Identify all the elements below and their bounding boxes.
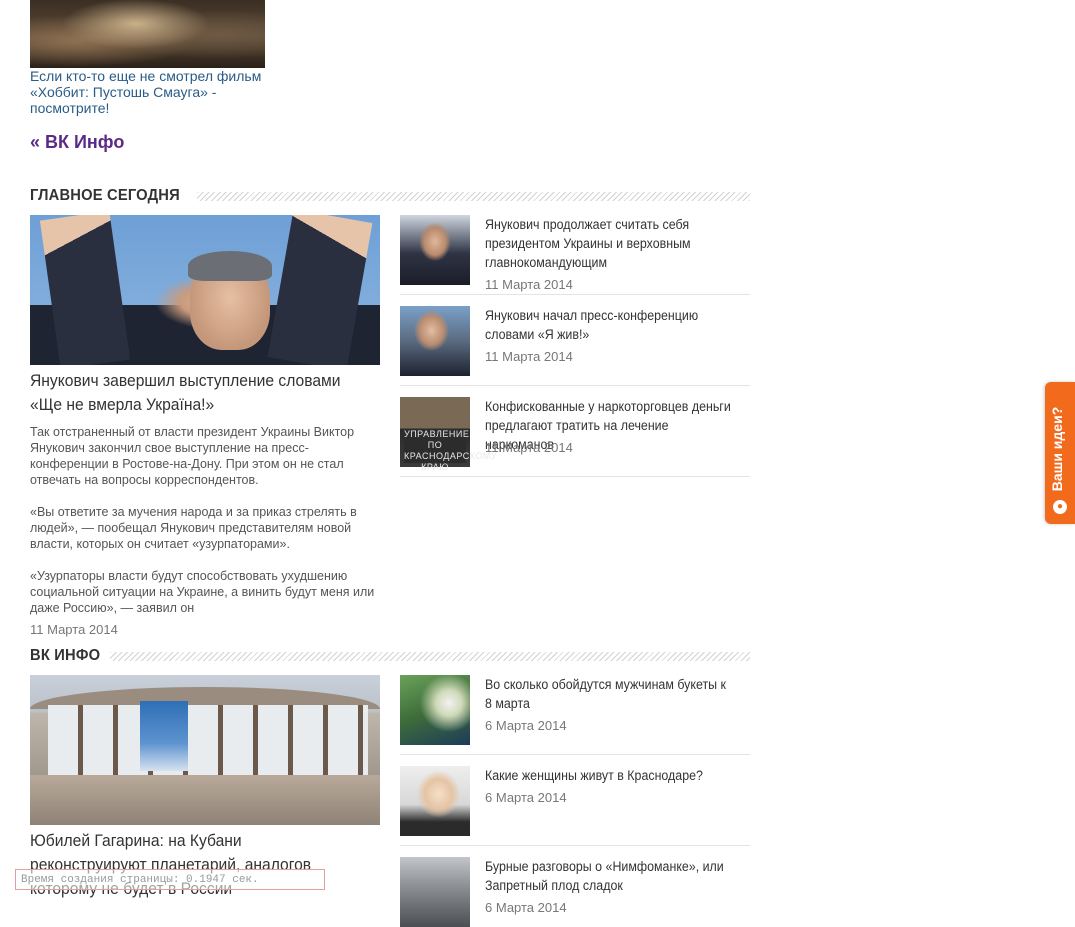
news-thumbnail[interactable]: УПРАВЛЕНИЕ ПО КРАСНОДАРСКОМУ КРАЮ (400, 397, 498, 472)
page-generation-time: Время создания страницы: 0.1947 сек. (15, 869, 325, 890)
lead-paragraph: Так отстраненный от власти президент Укр… (30, 425, 355, 487)
thumbnail-sign-text: УПРАВЛЕНИЕ ПО КРАСНОДАРСКОМУ КРАЮ (404, 429, 498, 472)
news-title[interactable]: Во сколько обойдутся мужчинам букеты к 8… (485, 675, 732, 713)
section-header-main: ГЛАВНОЕ СЕГОДНЯ (30, 186, 750, 206)
news-item[interactable]: Во сколько обойдутся мужчинам букеты к 8… (400, 675, 750, 755)
lead-image-yanukovych[interactable] (30, 215, 380, 365)
news-item[interactable]: Янукович продолжает считать себя президе… (400, 215, 750, 295)
hobbit-promo-link[interactable]: Если кто-то еще не смотрел фильм «Хоббит… (30, 68, 270, 116)
news-date: 11 Марта 2014 (485, 277, 573, 292)
section-title-vk: ВК ИНФО (30, 647, 101, 664)
vk-info-back-link[interactable]: « ВК Инфо (30, 132, 124, 153)
news-date: 6 Марта 2014 (485, 790, 567, 805)
lead-article-title[interactable]: Янукович завершил выступление словами «Щ… (30, 369, 352, 417)
news-item[interactable]: Янукович начал пресс-конференцию словами… (400, 306, 750, 386)
lead-paragraph: «Узурпаторы власти будут способствовать … (30, 569, 375, 615)
news-thumbnail[interactable] (400, 215, 470, 285)
section-divider (110, 651, 750, 661)
lead-image-planetarium[interactable] (30, 675, 380, 825)
news-item[interactable]: Бурные разговоры о «Нимфоманке», или Зап… (400, 857, 750, 927)
news-thumbnail[interactable] (400, 306, 470, 376)
hobbit-promo-image[interactable] (30, 0, 265, 68)
news-date: 11 Марта 2014 (485, 349, 573, 364)
news-thumbnail[interactable] (400, 675, 470, 745)
news-date: 6 Марта 2014 (485, 900, 567, 915)
news-thumbnail[interactable] (400, 766, 470, 836)
lead-article-date: 11 Марта 2014 (30, 622, 118, 637)
section-header-vk: ВК ИНФО (30, 646, 750, 666)
news-thumbnail[interactable] (400, 857, 470, 927)
news-title[interactable]: Бурные разговоры о «Нимфоманке», или Зап… (485, 857, 732, 895)
news-title[interactable]: Какие женщины живут в Краснодаре? (485, 766, 732, 785)
news-title[interactable]: Янукович продолжает считать себя президе… (485, 215, 732, 272)
lightbulb-icon: ● (1053, 500, 1067, 514)
lead-article-text: Так отстраненный от власти президент Укр… (30, 424, 375, 638)
news-title[interactable]: Янукович начал пресс-конференцию словами… (485, 306, 732, 344)
section-divider (196, 191, 750, 201)
feedback-tab-label: Ваши идеи? (1049, 406, 1065, 492)
news-date: 6 Марта 2014 (485, 718, 567, 733)
news-item[interactable]: Какие женщины живут в Краснодаре? 6 Март… (400, 766, 750, 846)
feedback-tab[interactable]: Ваши идеи? ● (1045, 382, 1075, 524)
lead-paragraph: «Вы ответите за мучения народа и за прик… (30, 505, 357, 551)
news-date: 11 Марта 2014 (485, 440, 573, 455)
news-item[interactable]: УПРАВЛЕНИЕ ПО КРАСНОДАРСКОМУ КРАЮ Конфис… (400, 397, 750, 477)
section-title-main: ГЛАВНОЕ СЕГОДНЯ (30, 187, 180, 204)
